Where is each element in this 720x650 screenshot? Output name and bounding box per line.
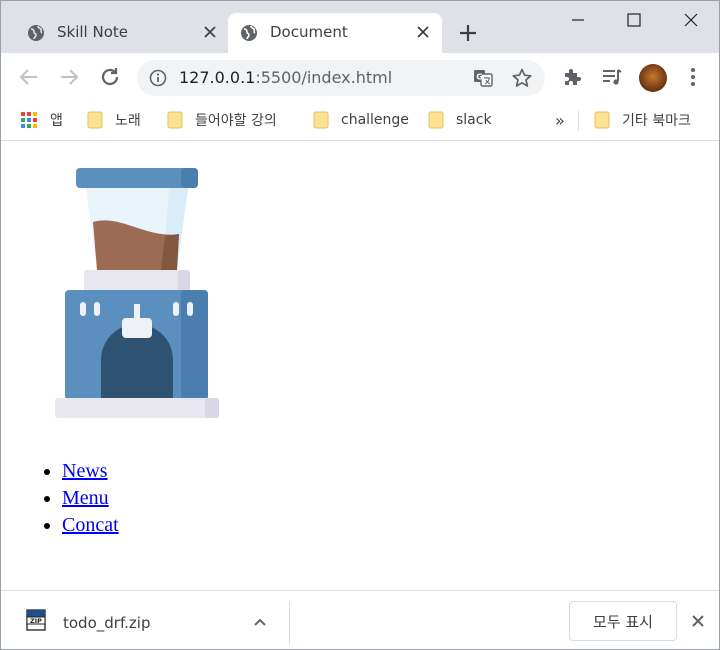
download-file-name[interactable]: todo_drf.zip (63, 614, 150, 632)
bookmark-star-icon[interactable] (511, 67, 533, 89)
zip-file-icon[interactable]: ZIP (25, 609, 47, 631)
bookmark-label: 기타 북마크 (622, 113, 691, 129)
new-tab-plus-icon[interactable] (457, 22, 479, 44)
folder-icon (167, 111, 183, 129)
globe-icon (28, 25, 44, 41)
more-menu-icon[interactable] (681, 65, 705, 89)
close-shelf-icon[interactable] (690, 613, 706, 629)
close-tab-icon[interactable] (203, 25, 217, 39)
bookmark-label: 노래 (115, 113, 141, 129)
bookmark-label: 앱 (50, 113, 63, 129)
reload-icon[interactable] (98, 65, 122, 89)
tab-title: Skill Note (57, 23, 128, 41)
address-bar[interactable]: 127.0.0.1:5500/index.html G (137, 60, 545, 96)
bookmarks-bar: 앱 노래 들어야할 강의 challenge slack » 기타 북마크 (1, 101, 719, 141)
list-item: News (62, 458, 119, 485)
bookmarks-overflow-button[interactable]: » (555, 108, 565, 132)
concat-link[interactable]: Concat (62, 514, 119, 536)
bookmark-other-folder[interactable]: 기타 북마크 (594, 108, 691, 132)
bookmark-folder[interactable]: challenge (313, 108, 409, 132)
nav-menu-list: News Menu Concat (62, 458, 119, 539)
tab-document[interactable]: Document (228, 13, 442, 53)
browser-window: Skill Note Document 127.0.0.1:5500/index… (0, 0, 720, 650)
show-all-downloads-button[interactable]: 모두 표시 (569, 601, 677, 641)
tab-title: Document (270, 23, 348, 41)
chevron-up-icon[interactable] (251, 613, 269, 631)
close-window-icon[interactable] (682, 11, 700, 29)
page-content: News Menu Concat (1, 142, 719, 590)
bookmark-folder[interactable]: slack (428, 108, 492, 132)
maximize-icon[interactable] (625, 11, 643, 29)
bookmark-folder[interactable]: 노래 (87, 108, 141, 132)
translate-icon[interactable]: G (473, 68, 493, 88)
svg-text:G: G (476, 73, 483, 82)
svg-text:ZIP: ZIP (30, 617, 42, 625)
minimize-icon[interactable] (569, 11, 587, 29)
tab-strip: Skill Note Document (1, 1, 719, 53)
url-path: :5500/index.html (255, 68, 393, 87)
bookmark-separator (578, 111, 579, 131)
bookmark-label: challenge (341, 112, 409, 128)
list-item: Menu (62, 485, 119, 512)
download-shelf: ZIP todo_drf.zip 모두 표시 (1, 590, 719, 649)
bookmark-apps[interactable]: 앱 (21, 108, 63, 132)
navigation-toolbar: 127.0.0.1:5500/index.html G (1, 53, 719, 101)
folder-icon (594, 111, 610, 129)
bookmark-label: slack (456, 112, 492, 128)
apps-grid-icon (21, 112, 37, 128)
globe-icon (241, 25, 257, 41)
forward-arrow-icon[interactable] (57, 65, 81, 89)
profile-avatar[interactable] (639, 64, 667, 92)
overflow-chevron-icon: » (555, 110, 565, 130)
url-text[interactable]: 127.0.0.1:5500/index.html (179, 68, 392, 87)
list-item: Concat (62, 512, 119, 539)
media-control-icon[interactable] (600, 65, 624, 89)
coffee-grinder-icon (55, 168, 219, 418)
extensions-puzzle-icon[interactable] (561, 65, 585, 89)
close-tab-icon[interactable] (416, 25, 430, 39)
folder-icon (87, 111, 103, 129)
site-info-icon[interactable] (149, 69, 167, 87)
folder-icon (313, 111, 329, 129)
menu-link[interactable]: Menu (62, 487, 109, 509)
tab-skill-note[interactable]: Skill Note (15, 13, 229, 53)
shelf-divider (289, 601, 290, 645)
url-host: 127.0.0.1 (179, 68, 256, 87)
back-arrow-icon[interactable] (17, 65, 41, 89)
folder-icon (428, 111, 444, 129)
bookmark-folder[interactable]: 들어야할 강의 (167, 108, 277, 132)
bookmark-label: 들어야할 강의 (195, 113, 277, 129)
news-link[interactable]: News (62, 460, 108, 482)
